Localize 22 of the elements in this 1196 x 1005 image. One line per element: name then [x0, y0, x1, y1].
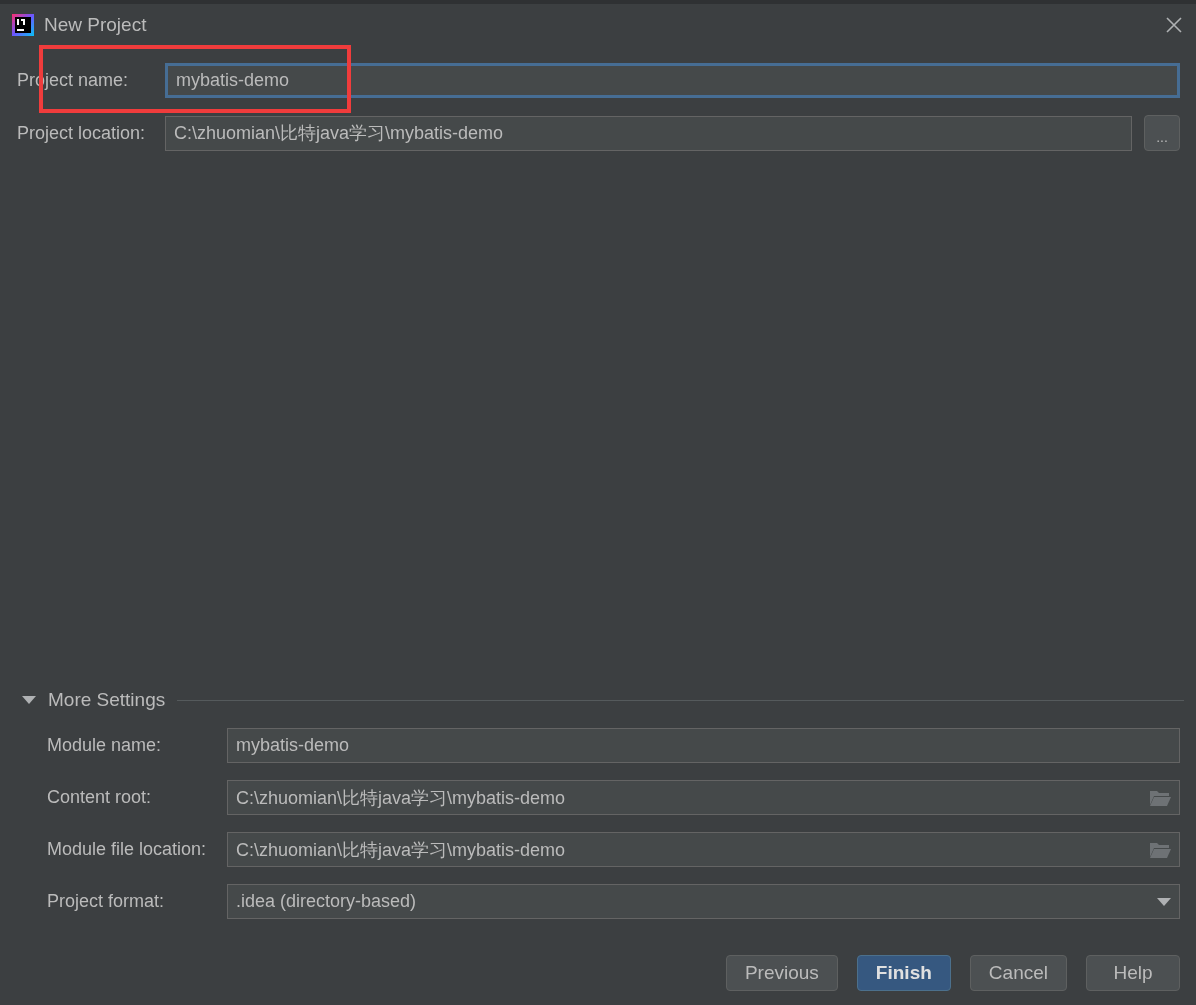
field-label: Content root: [47, 787, 153, 808]
format-dropdown[interactable]: .idea (directory-based) [227, 884, 1180, 919]
field-label: Module file location: [47, 839, 208, 860]
field-label: Project location: [17, 122, 147, 144]
dialog-button[interactable]: Finish [856, 955, 951, 991]
browse-button[interactable]: ... [1144, 115, 1180, 151]
text-field[interactable]: C:\zhuomian\比特java学习\mybatis-demo [227, 780, 1180, 815]
field-label: Project format: [47, 891, 166, 912]
text-field[interactable]: mybatis-demo [227, 728, 1180, 763]
text-field[interactable]: C:\zhuomian\比特java学习\mybatis-demo [165, 115, 1132, 151]
dialog-button[interactable]: Help [1086, 955, 1180, 991]
more-settings-toggle[interactable]: More Settings [22, 689, 166, 711]
text-field[interactable]: mybatis-demo [165, 63, 1180, 98]
dropdown-caret-icon[interactable] [22, 696, 36, 704]
dialog-button[interactable]: Cancel [969, 955, 1067, 991]
field-label: Module name: [47, 735, 163, 756]
text-field[interactable]: C:\zhuomian\比特java学习\mybatis-demo [227, 832, 1180, 867]
window-title: New Project [44, 14, 148, 36]
close-button[interactable] [1164, 15, 1184, 35]
app-logo-icon [12, 14, 34, 36]
dropdown-caret-icon[interactable] [1157, 897, 1171, 906]
dialog-button[interactable]: Previous [725, 955, 838, 991]
